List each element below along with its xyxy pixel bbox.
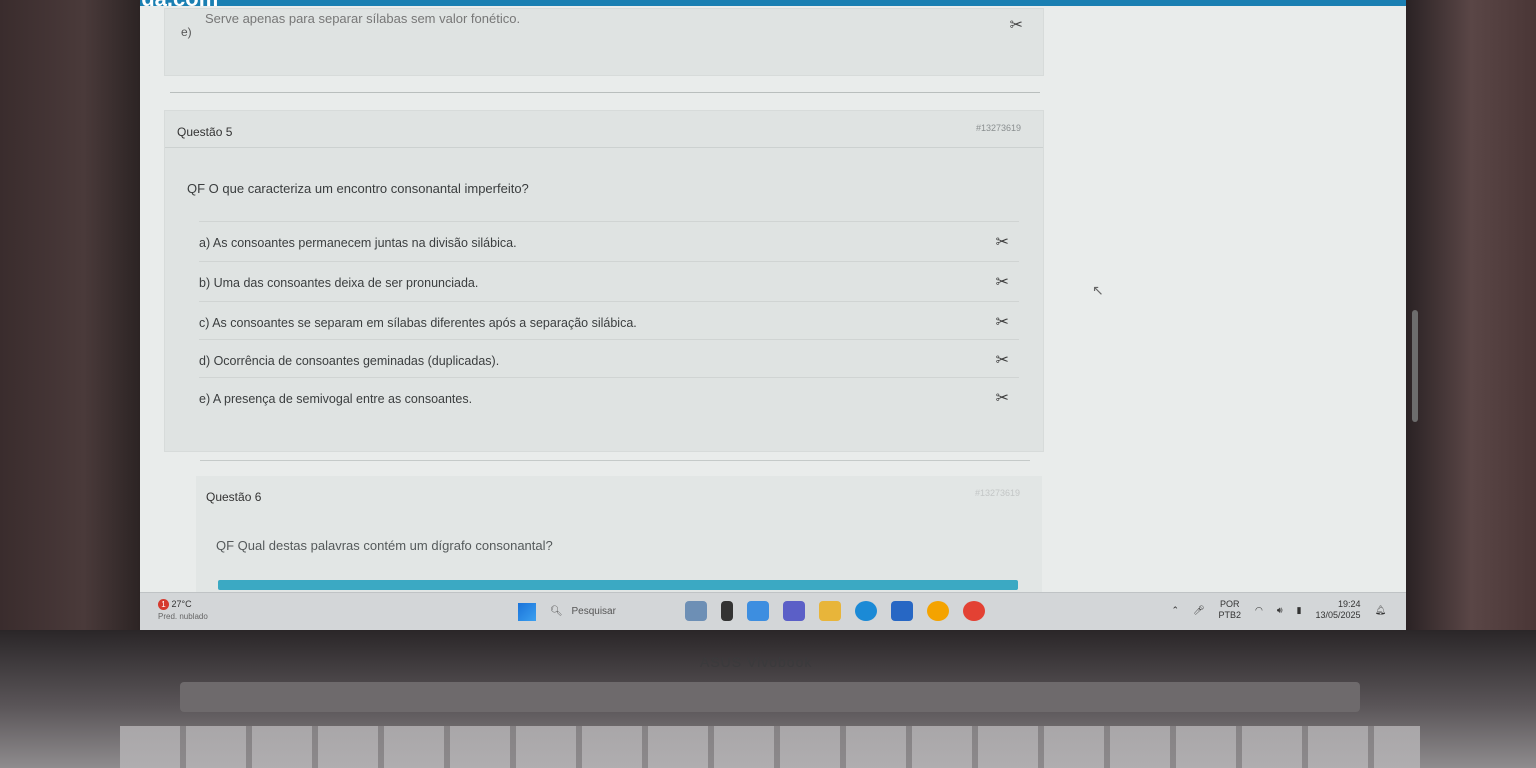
- option-b[interactable]: b) Uma das consoantes deixa de ser pronu…: [199, 261, 1019, 300]
- battery-icon[interactable]: ▮: [1297, 605, 1302, 616]
- weather-badge: 1: [158, 599, 169, 611]
- taskbar-apps: [685, 601, 985, 621]
- mouse-cursor-icon: ↖: [1092, 282, 1104, 298]
- site-topbar: [140, 0, 1406, 6]
- question-id: #13273619: [974, 488, 1020, 498]
- question-prompt: QF O que caracteriza um encontro consona…: [187, 181, 529, 196]
- teams-icon[interactable]: [783, 601, 805, 621]
- option-letter: e): [181, 25, 192, 39]
- notification-bell-icon[interactable]: 🔔︎: [1375, 605, 1386, 616]
- weather-widget[interactable]: 1 27°C Pred. nublado: [158, 599, 208, 621]
- option-d[interactable]: d) Ocorrência de consoantes geminadas (d…: [199, 339, 1019, 378]
- option-label: d) Ocorrência de consoantes geminadas (d…: [199, 354, 500, 368]
- previous-question-card: e) Serve apenas para separar sílabas sem…: [164, 8, 1044, 76]
- section-divider: [170, 92, 1040, 93]
- option-label: c) As consoantes se separam em sílabas d…: [199, 316, 637, 330]
- search-icon: 🔍︎: [550, 606, 563, 617]
- option-e[interactable]: e) A presença de semivogal entre as cons…: [199, 377, 1019, 416]
- scissors-icon[interactable]: ✂: [996, 232, 1009, 252]
- volume-icon[interactable]: 🔊︎: [1277, 605, 1283, 616]
- language-bottom: PTB2: [1218, 610, 1242, 620]
- scissors-icon[interactable]: ✂: [996, 272, 1009, 292]
- clock-date: 13/05/2025: [1315, 610, 1361, 620]
- wifi-icon[interactable]: ◠: [1255, 605, 1263, 616]
- microphone-icon[interactable]: 🎤︎: [1193, 605, 1204, 616]
- laptop-hinge: [180, 682, 1360, 712]
- windows-taskbar: 1 27°C Pred. nublado 🔍︎ Pesquisar ⌃ 🎤︎ P…: [140, 592, 1406, 630]
- copilot-icon[interactable]: [747, 601, 769, 621]
- section-divider: [200, 460, 1030, 461]
- chrome-icon[interactable]: [963, 601, 985, 621]
- question-5-card: Questão 5 #13273619 QF O que caracteriza…: [164, 110, 1044, 452]
- store-icon[interactable]: [891, 601, 913, 621]
- edge-icon[interactable]: [855, 601, 877, 621]
- language-top: POR: [1220, 599, 1240, 609]
- question-title: Questão 5: [177, 125, 233, 139]
- option-label: a) As consoantes permanecem juntas na di…: [199, 236, 517, 250]
- progress-bar: [218, 580, 1018, 590]
- option-a[interactable]: a) As consoantes permanecem juntas na di…: [199, 221, 1019, 260]
- question-prompt: QF Qual destas palavras contém um dígraf…: [216, 538, 553, 553]
- system-tray: ⌃ 🎤︎ POR PTB2 ◠ 🔊︎ ▮ 19:24 13/05/2025 🔔︎: [1172, 599, 1386, 621]
- taskbar-search[interactable]: 🔍︎ Pesquisar: [550, 601, 670, 623]
- option-c[interactable]: c) As consoantes se separam em sílabas d…: [199, 301, 1019, 340]
- clock-time: 19:24: [1338, 599, 1361, 609]
- widgets-icon[interactable]: [685, 601, 707, 621]
- scissors-icon[interactable]: ✂: [996, 388, 1009, 408]
- scissors-icon[interactable]: ✂: [996, 312, 1009, 332]
- option-text: Serve apenas para separar sílabas sem va…: [205, 11, 521, 26]
- language-indicator[interactable]: POR PTB2: [1219, 599, 1242, 621]
- scissors-icon[interactable]: ✂: [1010, 15, 1023, 35]
- question-id: #13273619: [975, 123, 1021, 133]
- chevron-up-icon[interactable]: ⌃: [1172, 605, 1180, 616]
- file-explorer-icon[interactable]: [819, 601, 841, 621]
- weather-temp: 27°C: [171, 599, 192, 609]
- app-icon[interactable]: [927, 601, 949, 621]
- laptop-keyboard-area: ASUS Vivobook: [0, 630, 1536, 768]
- question-6-card: Questão 6 #13273619 QF Qual destas palav…: [196, 476, 1042, 596]
- question-title: Questão 6: [206, 490, 262, 504]
- laptop-brand: ASUS Vivobook: [700, 654, 813, 670]
- header-divider: [165, 147, 1043, 148]
- keyboard-keys: [120, 726, 1420, 768]
- task-view-icon[interactable]: [721, 601, 733, 621]
- option-label: e) A presença de semivogal entre as cons…: [199, 392, 473, 406]
- laptop-screen: estuda.com e) Serve apenas para separar …: [140, 0, 1406, 630]
- scissors-icon[interactable]: ✂: [996, 350, 1009, 370]
- option-label: b) Uma das consoantes deixa de ser pronu…: [199, 276, 479, 290]
- windows-start-icon[interactable]: [518, 603, 536, 621]
- search-placeholder: Pesquisar: [571, 606, 616, 617]
- weather-desc: Pred. nublado: [158, 612, 208, 622]
- page-scrollbar[interactable]: [1412, 310, 1418, 422]
- clock[interactable]: 19:24 13/05/2025: [1316, 599, 1361, 621]
